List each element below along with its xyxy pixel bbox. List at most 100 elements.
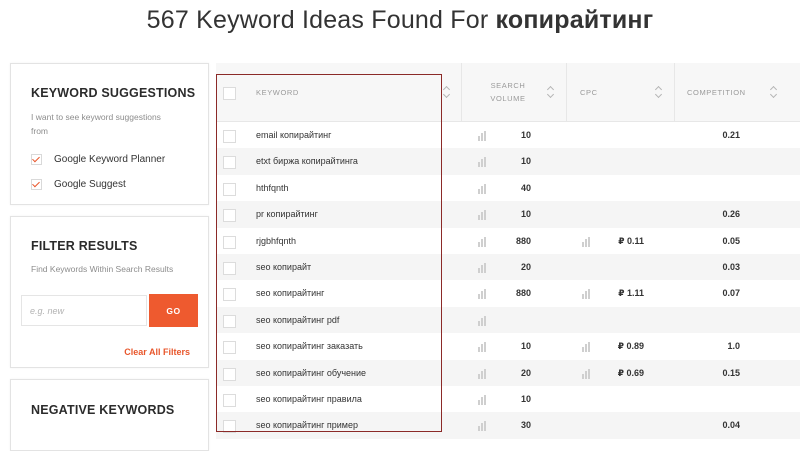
keyword-cell[interactable]: email копирайтинг: [256, 130, 331, 140]
table-row: etxt биржа копирайтинга 10: [216, 148, 800, 175]
trend-chart-icon[interactable]: [478, 315, 488, 326]
keyword-cell[interactable]: seo копирайтинг pdf: [256, 315, 339, 325]
search-volume-cell: 10: [520, 393, 531, 404]
row-checkbox[interactable]: [223, 314, 236, 328]
table-row: seo копирайтинг обучение 20 ₽ 0.69 0.15: [216, 359, 800, 386]
keyword-cell[interactable]: seo копирайтинг обучение: [256, 368, 366, 378]
row-checkbox[interactable]: [223, 288, 236, 302]
cpc-chart-icon[interactable]: [582, 368, 592, 379]
sort-icon[interactable]: [771, 86, 777, 98]
filter-results-desc: Find Keywords Within Search Results: [31, 264, 174, 274]
search-volume-cell: 40: [520, 182, 531, 193]
row-checkbox[interactable]: [223, 367, 236, 381]
competition-column-header[interactable]: COMPETITION: [687, 63, 746, 121]
clear-all-filters-link[interactable]: Clear All Filters: [124, 347, 190, 357]
table-row: seo копирайтинг правила 10: [216, 386, 800, 412]
cpc-cell: ₽ 0.69: [617, 367, 644, 378]
table-row: seo копирайтинг 880 ₽ 1.11 0.07: [216, 280, 800, 306]
select-all-checkbox[interactable]: [223, 87, 236, 100]
trend-chart-icon[interactable]: [478, 183, 488, 194]
checkbox-checked-icon[interactable]: [31, 179, 42, 190]
competition-cell: 1.0: [727, 341, 740, 352]
keyword-cell[interactable]: seo копирайтинг заказать: [256, 341, 363, 351]
column-divider: [566, 63, 567, 121]
row-checkbox[interactable]: [223, 341, 236, 355]
row-checkbox[interactable]: [223, 420, 236, 434]
search-volume-cell: 10: [520, 156, 531, 167]
search-volume-cell: 10: [520, 209, 531, 220]
cpc-chart-icon[interactable]: [582, 289, 592, 300]
row-checkbox[interactable]: [223, 182, 236, 196]
table-header: KEYWORD SEARCH VOLUME CPC COMPETITION: [216, 63, 800, 122]
row-checkbox[interactable]: [223, 209, 236, 223]
trend-chart-icon[interactable]: [478, 236, 488, 247]
table-row: seo копирайтинг заказать 10 ₽ 0.89 1.0: [216, 333, 800, 359]
trend-chart-icon[interactable]: [478, 368, 488, 379]
competition-cell: 0.15: [722, 367, 740, 378]
search-volume-cell: 20: [520, 261, 531, 272]
trend-chart-icon[interactable]: [478, 394, 488, 405]
competition-cell: 0.26: [722, 209, 740, 220]
keyword-table: KEYWORD SEARCH VOLUME CPC COMPETITION em…: [216, 63, 800, 439]
checkbox-checked-icon[interactable]: [31, 154, 42, 165]
page-title: 567 Keyword Ideas Found For копирайтинг: [146, 6, 654, 34]
keyword-cell[interactable]: seo копирайтинг правила: [256, 394, 362, 404]
sort-icon[interactable]: [444, 86, 450, 98]
keyword-cell[interactable]: etxt биржа копирайтинга: [256, 156, 358, 166]
trend-chart-icon[interactable]: [478, 342, 488, 353]
table-row: rjgbhfqnth 880 ₽ 0.11 0.05: [216, 228, 800, 254]
search-volume-column-header[interactable]: SEARCH VOLUME: [486, 63, 530, 121]
filter-results-title: FILTER RESULTS: [31, 239, 138, 253]
filter-results-card: FILTER RESULTS Find Keywords Within Sear…: [10, 216, 209, 368]
search-volume-cell: 30: [520, 420, 531, 431]
table-row: seo копирайтинг pdf: [216, 306, 800, 334]
table-row: hthfqnth 40: [216, 175, 800, 201]
search-volume-cell: 20: [520, 367, 531, 378]
competition-cell: 0.07: [722, 288, 740, 299]
keyword-cell[interactable]: seo копирайт: [256, 262, 311, 272]
trend-chart-icon[interactable]: [478, 421, 488, 432]
trend-chart-icon[interactable]: [478, 262, 488, 273]
sort-icon[interactable]: [548, 86, 554, 98]
search-volume-cell: 10: [520, 130, 531, 140]
row-checkbox[interactable]: [223, 261, 236, 275]
trend-chart-icon[interactable]: [478, 157, 488, 168]
trend-chart-icon[interactable]: [478, 210, 488, 221]
option-google-suggest[interactable]: Google Suggest: [31, 179, 126, 190]
search-volume-cell: 10: [520, 341, 531, 352]
cpc-column-header[interactable]: CPC: [580, 63, 598, 121]
option-google-keyword-planner[interactable]: Google Keyword Planner: [31, 154, 165, 165]
cpc-cell: ₽ 0.11: [618, 235, 644, 246]
filter-input[interactable]: [21, 295, 147, 326]
row-checkbox[interactable]: [223, 393, 236, 407]
cpc-cell: ₽ 1.11: [618, 288, 644, 299]
cpc-chart-icon[interactable]: [582, 236, 592, 247]
keyword-cell[interactable]: hthfqnth: [256, 183, 289, 193]
keyword-cell[interactable]: seo копирайтинг пример: [256, 420, 358, 430]
row-checkbox[interactable]: [223, 235, 236, 249]
row-checkbox[interactable]: [223, 130, 236, 143]
sort-icon[interactable]: [656, 86, 662, 98]
competition-cell: 0.21: [722, 130, 740, 140]
keyword-suggestions-desc: I want to see keyword suggestions from: [31, 112, 161, 136]
search-volume-cell: 880: [515, 235, 531, 246]
competition-cell: 0.04: [722, 420, 740, 431]
keyword-suggestions-card: KEYWORD SUGGESTIONS I want to see keywor…: [10, 63, 209, 205]
search-volume-cell: 880: [515, 288, 531, 299]
keyword-cell[interactable]: rjgbhfqnth: [256, 236, 296, 246]
competition-cell: 0.05: [722, 235, 740, 246]
trend-chart-icon[interactable]: [478, 289, 488, 300]
row-checkbox[interactable]: [223, 156, 236, 170]
negative-keywords-title: NEGATIVE KEYWORDS: [31, 403, 175, 417]
keyword-cell[interactable]: pr копирайтинг: [256, 209, 318, 219]
table-row: pr копирайтинг 10 0.26: [216, 201, 800, 228]
go-button[interactable]: GO: [149, 294, 198, 327]
table-row: seo копирайтинг пример 30 0.04: [216, 412, 800, 439]
table-row: email копирайтинг 10 0.21: [216, 122, 800, 148]
cpc-chart-icon[interactable]: [582, 342, 592, 353]
trend-chart-icon[interactable]: [478, 131, 488, 141]
keyword-suggestions-title: KEYWORD SUGGESTIONS: [31, 86, 196, 100]
keyword-column-header[interactable]: KEYWORD: [256, 63, 299, 121]
table-body: email копирайтинг 10 0.21 etxt биржа копира…: [216, 122, 800, 439]
keyword-cell[interactable]: seo копирайтинг: [256, 288, 324, 298]
